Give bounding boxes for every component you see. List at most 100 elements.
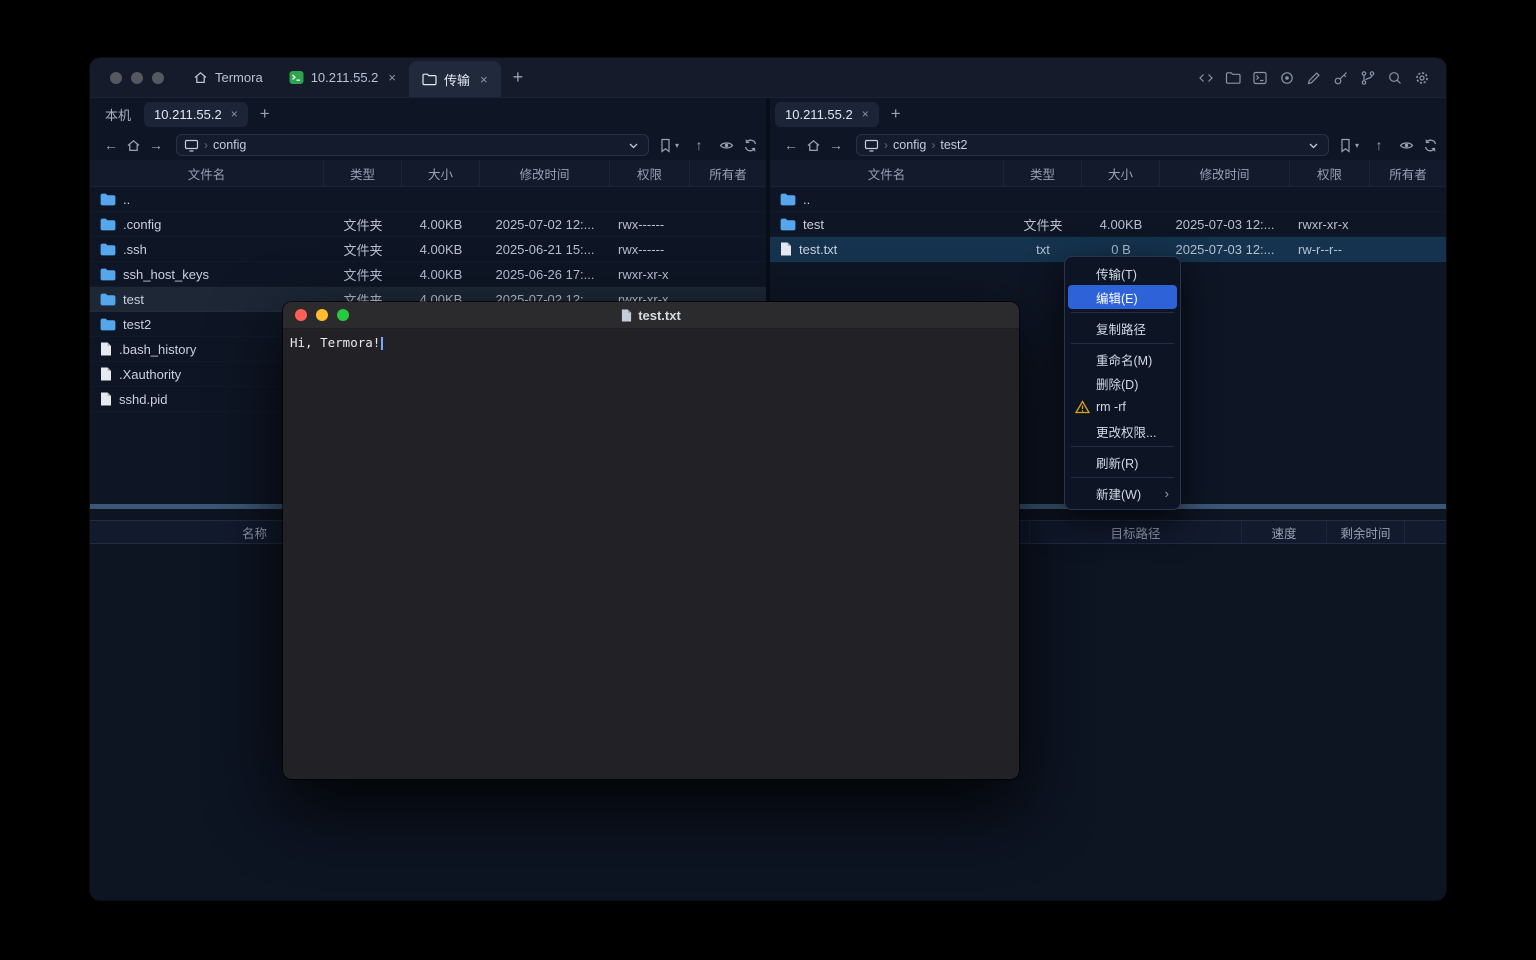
home-button[interactable] xyxy=(806,138,821,153)
tab-transfer[interactable]: 传输 × xyxy=(409,61,501,97)
column-header-perms[interactable]: 权限 xyxy=(1290,160,1370,186)
back-button[interactable]: ← xyxy=(100,137,122,153)
column-header-name[interactable]: 文件名 xyxy=(90,160,324,186)
refresh-button[interactable] xyxy=(1423,138,1438,153)
transfer-column-target-path: 目标路径 xyxy=(1030,521,1242,543)
tab-terminal-10-211-55-2[interactable]: 10.211.55.2 × xyxy=(276,58,409,97)
maximize-window-button[interactable] xyxy=(152,72,164,84)
table-row[interactable]: ssh_host_keys 文件夹 4.00KB 2025-06-26 17:.… xyxy=(90,262,766,287)
editor-traffic-lights xyxy=(295,309,349,321)
menu-item-rm-rf[interactable]: rm -rf xyxy=(1068,395,1177,419)
edit-icon[interactable] xyxy=(1306,70,1322,86)
tab-remote-10-211-55-2[interactable]: 10.211.55.2 × xyxy=(144,102,248,127)
menu-item-refresh[interactable]: 刷新(R) xyxy=(1068,450,1177,474)
left-panel-tabs: 本机 10.211.55.2 × + xyxy=(90,98,766,130)
chevron-down-icon[interactable] xyxy=(626,138,641,153)
table-row[interactable]: .config 文件夹 4.00KB 2025-07-02 12:... rwx… xyxy=(90,212,766,237)
menu-item-new[interactable]: 新建(W) › xyxy=(1068,481,1177,505)
terminal-log-icon[interactable] xyxy=(1252,70,1268,86)
tab-remote-10-211-55-2[interactable]: 10.211.55.2 × xyxy=(775,102,879,127)
new-tab-button[interactable]: + xyxy=(501,58,536,97)
bookmark-button[interactable]: ▾ xyxy=(1338,138,1359,153)
table-header: 文件名 类型 大小 修改时间 权限 所有者 xyxy=(770,160,1446,187)
column-header-owner[interactable]: 所有者 xyxy=(1370,160,1446,186)
bookmark-button[interactable]: ▾ xyxy=(658,138,679,153)
close-window-button[interactable] xyxy=(295,309,307,321)
path-bar[interactable]: › config xyxy=(176,134,649,156)
table-row[interactable]: .ssh 文件夹 4.00KB 2025-06-21 15:... rwx---… xyxy=(90,237,766,262)
folder-icon xyxy=(780,218,796,231)
close-icon[interactable]: × xyxy=(480,72,488,87)
tab-label: 传输 xyxy=(444,70,470,89)
menu-item-edit[interactable]: 编辑(E) xyxy=(1068,285,1177,309)
file-icon xyxy=(100,342,112,356)
tab-termora-home[interactable]: Termora xyxy=(180,58,276,97)
chevron-down-icon: ▾ xyxy=(675,141,679,150)
close-icon[interactable]: × xyxy=(862,107,869,121)
editor-window: test.txt Hi, Termora! xyxy=(283,302,1019,779)
menu-item-rename[interactable]: 重命名(M) xyxy=(1068,347,1177,371)
menu-separator xyxy=(1071,312,1174,313)
column-header-perms[interactable]: 权限 xyxy=(610,160,690,186)
folder-icon xyxy=(100,193,116,206)
breadcrumb-segment[interactable]: config xyxy=(893,138,926,152)
column-header-mtime[interactable]: 修改时间 xyxy=(1160,160,1290,186)
column-header-type[interactable]: 类型 xyxy=(324,160,402,186)
code-icon[interactable] xyxy=(1198,70,1214,86)
column-header-size[interactable]: 大小 xyxy=(1082,160,1160,186)
table-row[interactable]: test 文件夹 4.00KB 2025-07-03 12:... rwxr-x… xyxy=(770,212,1446,237)
upload-button[interactable]: ↑ xyxy=(1368,137,1390,153)
table-row[interactable]: .. xyxy=(90,187,766,212)
minimize-window-button[interactable] xyxy=(131,72,143,84)
column-header-owner[interactable]: 所有者 xyxy=(690,160,766,186)
column-header-mtime[interactable]: 修改时间 xyxy=(480,160,610,186)
crumb-separator: › xyxy=(204,138,208,152)
traffic-lights xyxy=(90,58,180,97)
text-cursor xyxy=(381,337,383,350)
column-header-size[interactable]: 大小 xyxy=(402,160,480,186)
warning-icon xyxy=(1075,400,1090,414)
bookmark-icon xyxy=(1338,138,1353,153)
menu-separator xyxy=(1071,446,1174,447)
path-bar[interactable]: › config › test2 xyxy=(856,134,1329,156)
column-header-type[interactable]: 类型 xyxy=(1004,160,1082,186)
search-icon[interactable] xyxy=(1387,70,1403,86)
transfer-column-speed: 速度 xyxy=(1242,521,1327,543)
settings-icon[interactable] xyxy=(1414,70,1430,86)
home-button[interactable] xyxy=(126,138,141,153)
tab-local[interactable]: 本机 xyxy=(95,102,141,127)
branch-icon[interactable] xyxy=(1360,70,1376,86)
folder-icon xyxy=(422,72,437,87)
show-hidden-files-button[interactable] xyxy=(719,138,734,153)
back-button[interactable]: ← xyxy=(780,137,802,153)
minimize-window-button[interactable] xyxy=(316,309,328,321)
record-icon[interactable] xyxy=(1279,70,1295,86)
tab-label: Termora xyxy=(215,70,263,85)
forward-button[interactable]: → xyxy=(145,137,167,153)
column-header-name[interactable]: 文件名 xyxy=(770,160,1004,186)
breadcrumb-segment[interactable]: test2 xyxy=(940,138,967,152)
refresh-button[interactable] xyxy=(743,138,758,153)
editor-titlebar[interactable]: test.txt xyxy=(283,302,1019,329)
new-panel-tab-button[interactable]: + xyxy=(882,104,910,124)
menu-item-change-permissions[interactable]: 更改权限... xyxy=(1068,419,1177,443)
upload-button[interactable]: ↑ xyxy=(688,137,710,153)
titlebar: Termora 10.211.55.2 × 传输 × + xyxy=(90,58,1446,98)
maximize-window-button[interactable] xyxy=(337,309,349,321)
table-row[interactable]: .. xyxy=(770,187,1446,212)
show-hidden-files-button[interactable] xyxy=(1399,138,1414,153)
chevron-down-icon[interactable] xyxy=(1306,138,1321,153)
menu-item-transfer[interactable]: 传输(T) xyxy=(1068,261,1177,285)
bookmark-icon xyxy=(658,138,673,153)
menu-item-delete[interactable]: 删除(D) xyxy=(1068,371,1177,395)
breadcrumb-segment[interactable]: config xyxy=(213,138,246,152)
new-panel-tab-button[interactable]: + xyxy=(251,104,279,124)
menu-item-copy-path[interactable]: 复制路径 xyxy=(1068,316,1177,340)
folder-icon[interactable] xyxy=(1225,70,1241,86)
key-icon[interactable] xyxy=(1333,70,1349,86)
forward-button[interactable]: → xyxy=(825,137,847,153)
close-icon[interactable]: × xyxy=(388,70,396,85)
editor-text-area[interactable]: Hi, Termora! xyxy=(283,329,1019,779)
close-icon[interactable]: × xyxy=(231,107,238,121)
close-window-button[interactable] xyxy=(110,72,122,84)
